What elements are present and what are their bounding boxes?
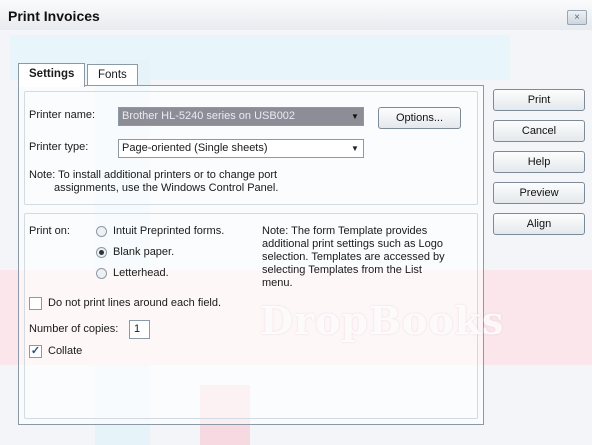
title-bar: Print Invoices × (0, 0, 592, 30)
checkmark-icon: ✓ (30, 345, 41, 357)
tab-fonts[interactable]: Fonts (87, 64, 138, 86)
radio-letterhead[interactable] (96, 268, 107, 279)
printer-note-line: assignments, use the Windows Control Pan… (54, 182, 279, 194)
printer-type-select[interactable]: Page-oriented (Single sheets) ▼ (118, 139, 364, 158)
printer-note-line: Note: To install additional printers or … (29, 169, 278, 181)
radio-blank-paper-label: Blank paper. (113, 246, 175, 258)
copies-input[interactable]: 1 (129, 320, 150, 339)
print-invoices-dialog: Print Invoices × Settings Fonts Printer … (0, 0, 592, 445)
collate-checkbox[interactable]: ✓ (29, 345, 42, 358)
template-note-line: additional print settings such as Logo (262, 238, 444, 250)
copies-label: Number of copies: (29, 323, 119, 335)
template-note-line: selection. Templates are accessed by (262, 251, 445, 263)
template-note: Note: The form Template provides additio… (262, 225, 445, 290)
printer-note: Note: To install additional printers or … (29, 169, 278, 195)
radio-preprinted-label: Intuit Preprinted forms. (113, 225, 225, 237)
close-button[interactable]: × (567, 10, 587, 25)
dropbooks-watermark: DropBooks (260, 298, 505, 343)
radio-blank-paper[interactable] (96, 247, 107, 258)
chevron-down-icon: ▼ (351, 112, 359, 121)
tab-settings-label: Settings (29, 68, 75, 80)
no-lines-label: Do not print lines around each field. (48, 297, 222, 309)
preview-button[interactable]: Preview (493, 182, 585, 204)
print-button[interactable]: Print (493, 89, 585, 111)
template-note-line: menu. (262, 277, 293, 289)
printer-type-value: Page-oriented (Single sheets) (122, 142, 268, 154)
radio-letterhead-label: Letterhead. (113, 267, 169, 279)
template-note-line: selecting Templates from the List (262, 264, 422, 276)
printer-name-select[interactable]: Brother HL-5240 series on USB002 ▼ (118, 107, 364, 126)
cancel-button[interactable]: Cancel (493, 120, 585, 142)
print-on-label: Print on: (29, 225, 70, 237)
help-button[interactable]: Help (493, 151, 585, 173)
printer-type-label: Printer type: (29, 141, 89, 153)
align-button[interactable]: Align (493, 213, 585, 235)
radio-preprinted[interactable] (96, 226, 107, 237)
printer-group: Printer name: Brother HL-5240 series on … (24, 91, 478, 205)
settings-panel: Printer name: Brother HL-5240 series on … (18, 85, 484, 425)
tab-settings[interactable]: Settings (18, 63, 86, 87)
close-icon: × (574, 12, 580, 23)
template-note-line: Note: The form Template provides (262, 225, 428, 237)
chevron-down-icon: ▼ (351, 144, 359, 153)
printer-name-value: Brother HL-5240 series on USB002 (122, 110, 296, 122)
options-button[interactable]: Options... (378, 107, 461, 129)
window-title: Print Invoices (8, 8, 100, 24)
collate-label: Collate (48, 345, 83, 357)
tab-fonts-label: Fonts (98, 69, 127, 81)
no-lines-checkbox[interactable] (29, 297, 42, 310)
printer-name-label: Printer name: (29, 109, 96, 121)
